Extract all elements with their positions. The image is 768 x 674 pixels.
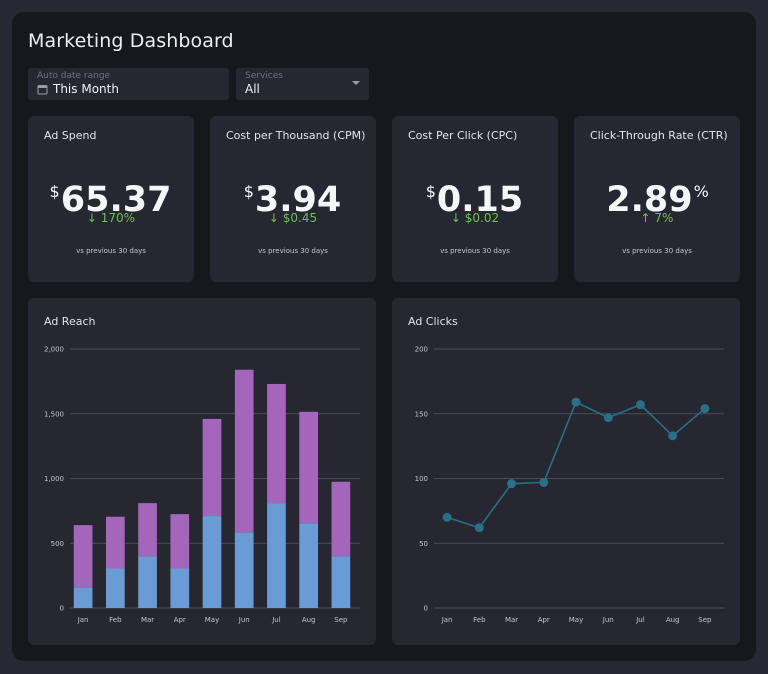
x-tick-label: Feb [109,616,122,624]
x-tick-label: Sep [698,616,712,624]
kpi-card-cpm: Cost per Thousand (CPM) $3.94 ↓ $0.45 vs… [210,116,376,282]
ad-reach-panel: Ad Reach 0 500 1,000 1,500 2,000 Jan Feb Mar Apr… [28,298,376,645]
kpi-title: Click-Through Rate (CTR) [590,129,728,142]
y-tick-label: 2,000 [44,346,64,354]
x-tick-label: Apr [174,616,186,624]
data-point [700,404,710,414]
x-tick-label: Jun [238,616,250,624]
bar-segment-series2 [170,514,190,569]
date-range-label: Auto date range [37,71,111,81]
services-label: Services [245,71,283,81]
y-tick-label: 150 [415,410,428,418]
data-point [442,512,452,522]
y-tick-label: 500 [51,540,64,548]
y-tick-label: 0 [424,605,428,613]
dashboard-container: Marketing Dashboard Auto date range This… [12,12,756,661]
kpi-card-ad-spend: Ad Spend $65.37 ↓ 170% vs previous 30 da… [28,116,194,282]
page-title: Marketing Dashboard [28,30,234,52]
kpi-title: Cost per Thousand (CPM) [226,129,366,142]
x-tick-label: Jul [271,616,281,624]
x-tick-label: Aug [302,616,316,624]
data-point [474,523,484,533]
bar-segment-series2 [234,369,254,533]
kpi-comparison-note: vs previous 30 days [258,247,328,255]
x-tick-label: May [569,616,583,624]
x-tick-label: Jan [77,616,89,624]
data-point [539,477,549,487]
y-tick-label: 1,500 [44,410,64,418]
kpi-suffix: % [693,182,709,201]
bar-segment-series2 [202,418,222,517]
bar-segment-series1 [234,532,254,608]
kpi-delta: ↓ $0.02 [450,211,500,225]
bar-segment-series2 [105,516,125,569]
services-value: All [245,82,260,96]
chevron-down-icon[interactable] [352,81,360,85]
data-point [668,431,678,441]
bar-segment-series1 [105,568,125,608]
kpi-card-cpc: Cost Per Click (CPC) $0.15 ↓ $0.02 vs pr… [392,116,558,282]
services-dropdown[interactable]: Services All [236,68,369,100]
bar-segment-series1 [331,556,351,608]
bar-segment-series2 [138,503,157,557]
kpi-comparison-note: vs previous 30 days [622,247,692,255]
bar-segment-series1 [299,523,319,608]
date-range-value: This Month [53,82,119,96]
x-tick-label: Mar [141,616,154,624]
bar-segment-series1 [73,587,93,608]
x-tick-label: Jun [602,616,614,624]
currency-symbol: $ [425,182,436,201]
x-tick-label: Feb [473,616,486,624]
bar-segment-series1 [267,503,286,608]
y-tick-label: 1,000 [44,475,64,483]
line-series [446,401,706,529]
y-tick-label: 50 [419,540,428,548]
data-point [603,413,613,423]
ad-reach-chart: 0 500 1,000 1,500 2,000 Jan Feb Mar Apr May Jun Jul… [44,346,360,624]
currency-symbol: $ [49,182,60,201]
currency-symbol: $ [243,182,254,201]
kpi-delta: ↓ $0.45 [268,211,318,225]
bar-segment-series2 [299,411,319,524]
calendar-icon [37,84,48,94]
kpi-card-ctr: Click-Through Rate (CTR) 2.89% ↑ 7% vs p… [574,116,740,282]
x-tick-label: Jan [441,616,453,624]
data-point [571,397,581,407]
kpi-comparison-note: vs previous 30 days [76,247,146,255]
data-point [635,400,645,410]
ad-clicks-panel: Ad Clicks 0 50 100 150 200 Jan Feb Mar Apr May Jun… [392,298,740,645]
x-tick-label: Jul [635,616,645,624]
bar-segment-series2 [73,525,93,588]
bar-segment-series2 [267,383,286,504]
bar-segment-series1 [138,556,157,608]
y-tick-label: 0 [60,605,64,613]
x-tick-label: Sep [334,616,348,624]
x-tick-label: Mar [505,616,518,624]
kpi-delta: ↑ 7% [640,211,674,225]
ad-clicks-chart: 0 50 100 150 200 Jan Feb Mar Apr May Jun Jul Aug Sep [415,346,724,624]
kpi-delta: ↓ 170% [86,211,136,225]
date-range-filter[interactable]: Auto date range This Month [28,68,229,100]
y-tick-label: 100 [415,475,428,483]
bar-segment-series1 [202,516,222,608]
bar-segment-series1 [170,568,190,608]
y-tick-label: 200 [415,346,428,354]
x-tick-label: May [205,616,219,624]
x-tick-label: Aug [666,616,680,624]
data-point [507,479,517,489]
bar-segment-series2 [331,481,351,557]
kpi-title: Cost Per Click (CPC) [408,129,518,142]
kpi-title: Ad Spend [44,129,97,142]
x-tick-label: Apr [538,616,550,624]
kpi-comparison-note: vs previous 30 days [440,247,510,255]
